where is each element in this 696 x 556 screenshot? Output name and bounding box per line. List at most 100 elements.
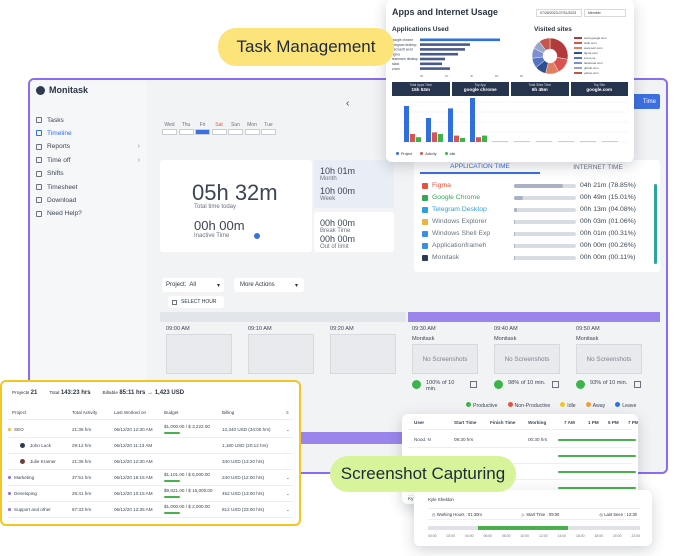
billing-cell: 240 USD (12:00 hrs)	[222, 475, 265, 480]
summary-box: Top Site google.com	[570, 82, 628, 96]
total-label: Total	[49, 391, 60, 396]
last-worked-cell: 06/12/20 10:15 AM	[114, 491, 153, 496]
screenshot-placeholder[interactable]: No Screenshots	[576, 344, 642, 374]
calendar-strip[interactable]: Wed Thu Fri Sat Sun Mon Tue	[162, 122, 282, 146]
nav-icon	[36, 143, 42, 150]
prev-arrow-icon[interactable]: ‹	[346, 98, 349, 109]
chevron-down-icon[interactable]: ⌄	[286, 507, 290, 513]
tick-label: 12:00	[539, 534, 548, 538]
slot-checkbox[interactable]	[470, 381, 477, 388]
week-label: Week	[320, 196, 336, 202]
activity-cell: 29:12 hrs	[72, 443, 92, 448]
summary-value: 6h 45m	[531, 87, 548, 92]
tick-label: 16:00	[576, 534, 585, 538]
calendar-day-cell	[178, 129, 194, 135]
chevron-right-icon: ›	[137, 156, 140, 164]
slot-checkbox[interactable]	[552, 381, 559, 388]
more-actions-dropdown[interactable]: More Actions ▾	[234, 278, 304, 292]
project-row[interactable]: Developing 26:41 hrs 06/12/20 10:15 AM $9,8…	[8, 486, 293, 502]
idle-bar	[482, 135, 487, 142]
sidebar-item-time-off[interactable]: Time off ›	[36, 154, 140, 166]
tab-application-time[interactable]: APPLICATION TIME	[420, 160, 540, 174]
project-row[interactable]: Support and other 67:33 hrs 06/12/20 12:35…	[8, 502, 293, 518]
tab-internet-time[interactable]: INTERNET TIME	[542, 160, 654, 174]
project-label: Project:	[166, 282, 187, 288]
calendar-day-label: Sat	[215, 122, 223, 128]
screenshot-placeholder[interactable]: No Screenshots	[494, 344, 560, 374]
legend-label: Leave	[622, 403, 637, 409]
sidebar-item-tasks[interactable]: Tasks	[36, 114, 140, 126]
legend-item: Away	[585, 402, 605, 409]
project-row[interactable]: John Luck 29:12 hrs 06/12/20 11:13 AM 1,180…	[8, 438, 293, 454]
calendar-day[interactable]: Sun	[228, 122, 243, 135]
empty-bar	[492, 141, 508, 142]
app-usage-bar	[420, 57, 445, 61]
calendar-day[interactable]: Mon	[244, 122, 260, 135]
x-tick: 6h	[495, 74, 499, 78]
member-filter[interactable]: Member	[584, 9, 626, 17]
slot-time: 09:20 AM	[330, 326, 354, 332]
slot-app-name: Monitask	[576, 336, 599, 342]
site-legend-swatch	[574, 67, 582, 69]
sidebar-item-shifts[interactable]: Shifts	[36, 168, 140, 180]
x-tick: 0h	[420, 74, 424, 78]
app-usage-bar	[420, 48, 465, 51]
attendance-row[interactable]: Nood. N 09:30 hrs 00:30 hrs	[408, 432, 636, 448]
sidebar-item-download[interactable]: Download	[36, 194, 140, 206]
slot-checkbox[interactable]	[634, 381, 641, 388]
app-usage-bar	[420, 67, 450, 70]
sidebar-item-timeline[interactable]: Timeline	[36, 127, 140, 139]
project-row[interactable]: SEO 21:36 hrs 06/12/20 12:30 AM $1,000.00 /…	[8, 422, 293, 438]
billable-value: 85:11 hrs → 1,423 USD	[119, 390, 185, 396]
project-row[interactable]: Julie Kramer 21:36 hrs 06/12/20 12:30 AM 34…	[8, 454, 293, 470]
project-filter[interactable]: Project: All ▾	[162, 278, 224, 292]
app-row-label: telegram desktop	[392, 43, 417, 47]
app-bar-fill	[514, 256, 515, 260]
chevron-down-icon[interactable]: ⌄	[286, 475, 290, 481]
info-icon[interactable]	[254, 233, 260, 239]
calendar-day[interactable]: Wed	[162, 122, 177, 135]
visited-sites-title: Visited sites	[534, 26, 572, 33]
calendar-day-label: Fri	[199, 122, 206, 128]
site-legend-label: github.com	[584, 66, 599, 70]
date-range-picker[interactable]: 07/28/2023-07/31/2023	[536, 9, 582, 17]
chevron-down-icon[interactable]: ⌄	[286, 427, 290, 433]
user-cell: Nood. N	[414, 437, 431, 442]
calendar-day[interactable]: Tue	[261, 122, 276, 135]
select-hour-checkbox[interactable]: SELECT HOUR	[168, 296, 224, 308]
slot-time: 09:30 AM	[412, 326, 436, 332]
timeline-track	[160, 312, 406, 322]
pie-slice	[549, 37, 569, 60]
project-row[interactable]: Marketing 37:51 hrs 06/12/20 16:15 AM $1,10…	[8, 470, 293, 486]
app-bar-fill	[514, 232, 515, 236]
screenshot-empty	[166, 334, 232, 374]
project-bar	[426, 118, 431, 142]
calendar-day[interactable]: Fri	[195, 122, 210, 135]
usage-summary: Total Apps Time 15h 53m Top App google chro…	[392, 82, 628, 96]
footer-user: Ky	[408, 496, 414, 501]
calendar-day-cell	[211, 129, 227, 135]
project-summary: Projects 21 Total 143:23 hrs Billable 85…	[12, 390, 184, 396]
legend-item: Leave	[615, 402, 636, 409]
brand-logo[interactable]: Monitask	[36, 85, 88, 95]
working-hours: Working Hours : 01:30m	[436, 511, 482, 517]
calendar-day[interactable]: Sat	[211, 122, 227, 135]
sidebar-item-timesheet[interactable]: Timesheet	[36, 181, 140, 193]
app-icon	[422, 207, 428, 213]
project-bar	[448, 108, 453, 142]
tick-label: 06:00	[483, 534, 493, 538]
nav-icon	[36, 170, 42, 177]
nav-icon	[36, 210, 42, 217]
screenshot-placeholder[interactable]: No Screenshots	[412, 344, 478, 374]
sidebar-item-reports[interactable]: Reports ›	[36, 141, 140, 153]
sidebar-item-need-help-[interactable]: Need Help?	[36, 208, 140, 220]
site-legend-swatch	[574, 42, 582, 44]
tick-label: 08:00	[502, 534, 511, 538]
projects-label: Projects	[12, 391, 30, 396]
nav-icon	[36, 184, 42, 190]
filter-icon[interactable]: ≡	[286, 410, 289, 415]
app-time: 00h 00m (00.26%)	[580, 242, 636, 249]
app-scrollbar[interactable]	[654, 184, 657, 264]
calendar-day[interactable]: Thu	[178, 122, 194, 135]
chevron-down-icon[interactable]: ⌄	[286, 491, 290, 497]
